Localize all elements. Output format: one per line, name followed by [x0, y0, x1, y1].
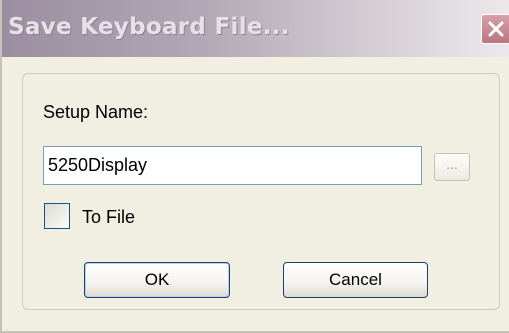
setup-name-input[interactable]: 5250Display — [43, 146, 422, 185]
to-file-checkbox[interactable] — [44, 203, 70, 229]
ok-button[interactable]: OK — [84, 262, 230, 298]
cancel-button[interactable]: Cancel — [283, 262, 428, 298]
setup-name-label: Setup Name: — [43, 102, 149, 122]
close-button[interactable] — [481, 14, 509, 44]
save-keyboard-file-dialog: Save Keyboard File... Setup Name: 5250Di… — [0, 0, 509, 333]
browse-button[interactable]: ... — [434, 153, 470, 181]
close-icon — [487, 20, 505, 38]
title-bar[interactable]: Save Keyboard File... — [2, 0, 509, 57]
dialog-title: Save Keyboard File... — [8, 14, 290, 40]
to-file-label[interactable]: To File — [82, 207, 135, 228]
